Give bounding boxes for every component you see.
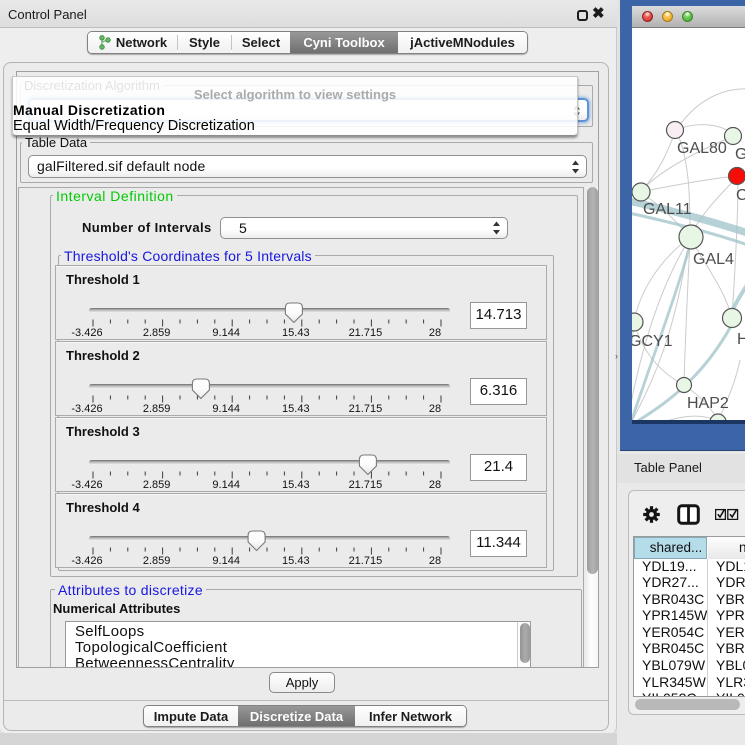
svg-text:GAL80: GAL80	[677, 140, 727, 157]
svg-text:HAP2: HAP2	[687, 395, 729, 412]
svg-text:GAL4: GAL4	[693, 251, 734, 268]
svg-text:HI: HI	[737, 331, 745, 348]
svg-text:GAL11: GAL11	[643, 201, 692, 218]
svg-text:C: C	[736, 187, 745, 204]
svg-text:GA: GA	[735, 146, 745, 163]
svg-text:GCY1: GCY1	[632, 333, 673, 350]
